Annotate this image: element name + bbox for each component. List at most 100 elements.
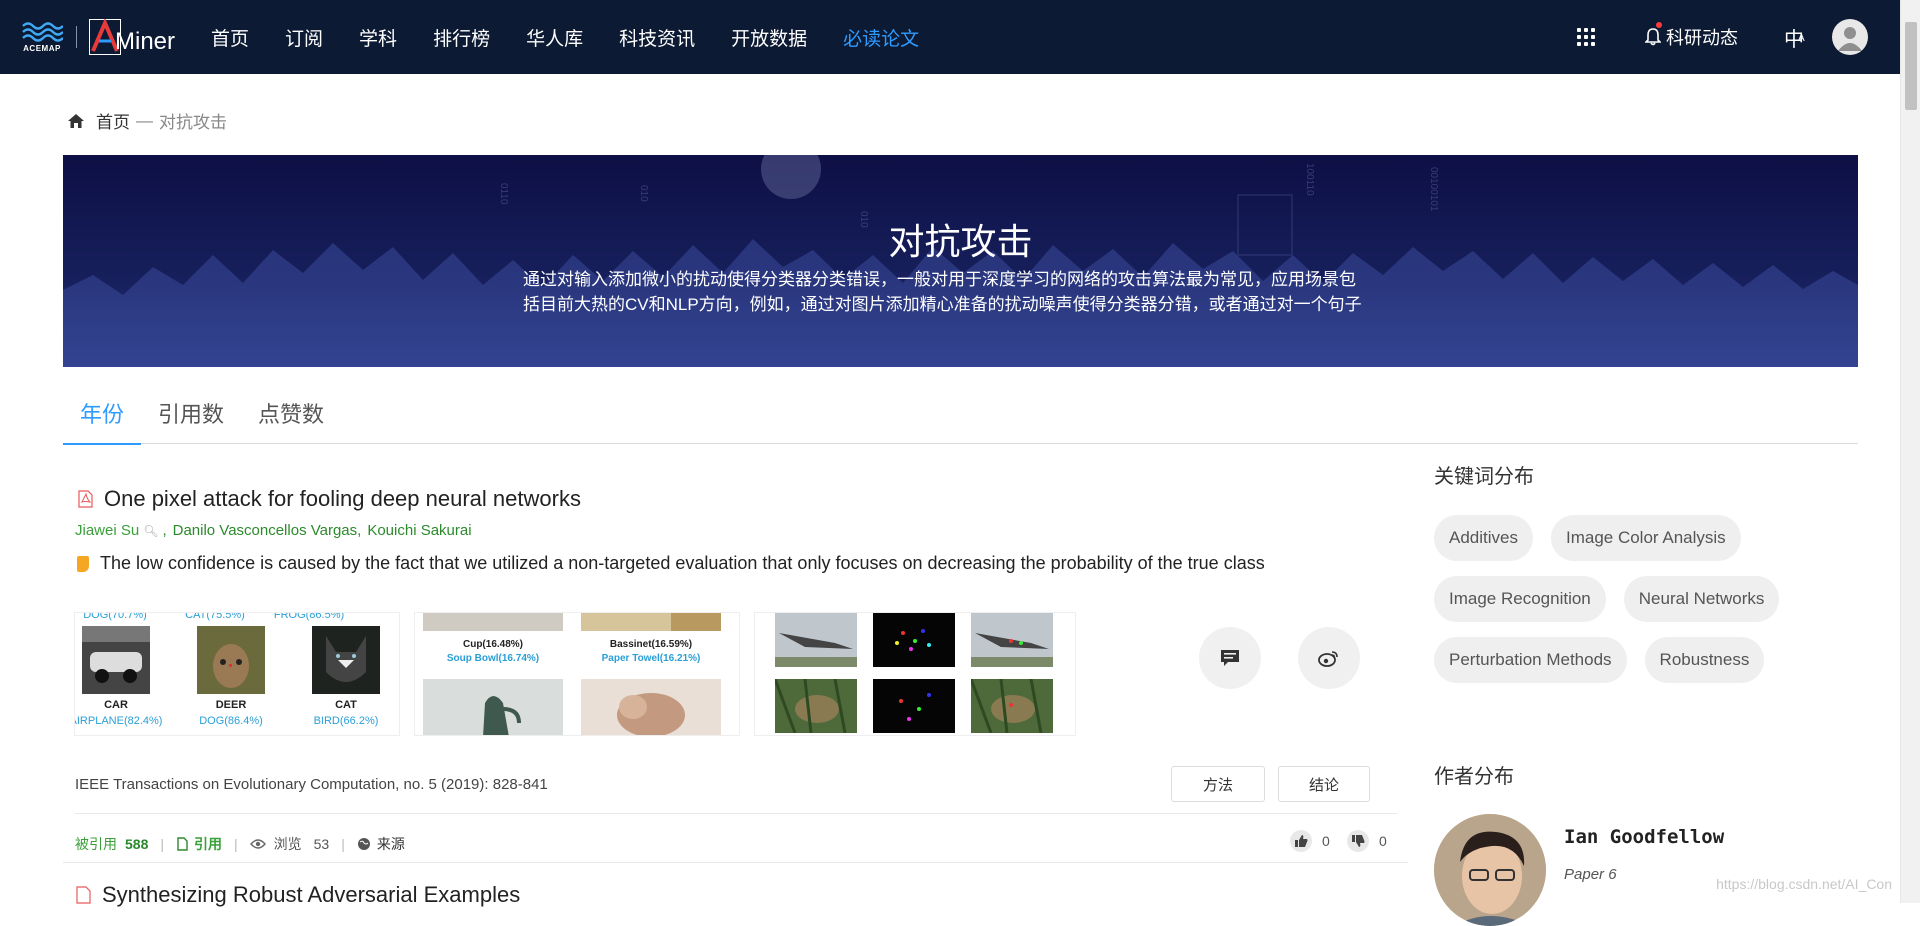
views-label: 浏览: [273, 836, 302, 852]
figure-label: FROG(86.5%): [273, 612, 345, 621]
keyword-chip[interactable]: Robustness: [1644, 637, 1765, 683]
logo-group[interactable]: ACEMAP Miner: [20, 0, 175, 74]
paper-figure[interactable]: Cup(16.48%) Bassinet(16.59%) Soup Bowl(1…: [414, 612, 740, 736]
sidebar: 关键词分布 Additives Image Color Analysis Image…: [1434, 460, 1858, 926]
keyword-chip[interactable]: Additives: [1434, 515, 1533, 561]
author-link[interactable]: Kouichi Sakurai: [367, 522, 471, 539]
aminer-logo[interactable]: Miner: [89, 18, 175, 56]
paper-title[interactable]: Synthesizing Robust Adversarial Examples: [102, 882, 520, 908]
figure-thumbnail: [197, 626, 265, 694]
figure-label: CAT: [335, 699, 357, 711]
next-paper-title-row[interactable]: Synthesizing Robust Adversarial Examples: [76, 882, 520, 908]
author-link[interactable]: Danilo Vasconcellos Vargas: [173, 522, 358, 539]
figure-thumbnail: [873, 613, 955, 667]
nav-item[interactable]: 首页: [211, 24, 249, 51]
author-card[interactable]: Ian Goodfellow Paper 6: [1434, 814, 1858, 926]
globe-icon: [357, 838, 370, 850]
author-search-icon[interactable]: 🔍︎: [143, 524, 158, 538]
paper-figure[interactable]: DOG(70.7%) CAT(75.5%) FROG(86.5%) CAR DE…: [74, 612, 400, 736]
paper-figure[interactable]: [754, 612, 1076, 736]
nav-item[interactable]: 开放数据: [731, 24, 807, 51]
like-count: 0: [1322, 833, 1330, 849]
scrollbar-thumb[interactable]: [1905, 22, 1917, 110]
keyword-chip[interactable]: Neural Networks: [1623, 576, 1780, 622]
language-switch[interactable]: 中 A: [1784, 23, 1805, 52]
author-link[interactable]: Jiawei Su: [75, 522, 139, 539]
aminer-logo-text: Miner: [115, 28, 176, 55]
sort-tabs: 年份 引用数 点赞数: [63, 396, 1858, 445]
research-news-label: 科研动态: [1666, 28, 1738, 48]
figure-thumbnail: [423, 613, 563, 631]
nav-item[interactable]: 华人库: [526, 24, 583, 51]
svg-text:010: 010: [638, 185, 649, 202]
nav-item[interactable]: 学科: [359, 24, 397, 51]
figure-label: Cup(16.48%): [462, 639, 523, 650]
sort-tab[interactable]: 年份: [63, 396, 142, 445]
figure-thumbnail: [873, 679, 955, 733]
author-portrait-icon: [1434, 814, 1546, 926]
keyword-chip[interactable]: Perturbation Methods: [1434, 637, 1627, 683]
figure-label: DOG(70.7%): [83, 612, 147, 621]
nav-item[interactable]: 科技资讯: [619, 24, 695, 51]
cite-icon: [177, 837, 188, 851]
author-name[interactable]: Ian Goodfellow: [1564, 826, 1724, 848]
topic-title: 对抗攻击: [888, 221, 1033, 262]
figure-thumbnail: [775, 613, 857, 667]
weibo-share-button[interactable]: [1298, 627, 1360, 689]
dislike-count: 0: [1379, 833, 1387, 849]
svg-text:00100101: 00100101: [1428, 167, 1439, 212]
nav-item[interactable]: 订阅: [285, 24, 323, 51]
weibo-icon: [1318, 651, 1338, 667]
figure-label: AIRPLANE(82.4%): [74, 715, 163, 727]
comment-icon: [1221, 650, 1239, 666]
logo-divider: [76, 26, 77, 48]
nav-item[interactable]: 必读论文: [843, 24, 919, 51]
method-button[interactable]: 方法: [1171, 766, 1265, 802]
acemap-logo[interactable]: ACEMAP: [20, 20, 64, 54]
comment-button[interactable]: [1199, 627, 1261, 689]
keyword-chip[interactable]: Image Color Analysis: [1550, 515, 1741, 561]
acemap-logo-text: ACEMAP: [23, 44, 61, 53]
figure-label: DOG(86.4%): [199, 715, 263, 727]
breadcrumb-home-link[interactable]: 首页: [96, 108, 130, 133]
card-divider: [75, 813, 1397, 814]
pdf-icon[interactable]: [78, 490, 93, 508]
author-paper-count: Paper 6: [1564, 866, 1617, 883]
figure-label: Bassinet(16.59%): [609, 639, 693, 650]
figure-label: DEER: [215, 699, 247, 711]
source-link[interactable]: 来源: [377, 834, 405, 854]
keyword-chip[interactable]: Image Recognition: [1434, 576, 1606, 622]
breadcrumb-separator: —: [136, 110, 153, 130]
nav-right-tools: 科研动态 中 A: [1577, 0, 1900, 74]
notification-dot: [1656, 22, 1662, 28]
figure-thumbnail: [312, 626, 380, 694]
nav-item[interactable]: 排行榜: [433, 24, 490, 51]
like-button[interactable]: 0: [1290, 830, 1330, 852]
cited-count[interactable]: 588: [125, 836, 148, 852]
stats-separator: |: [234, 836, 238, 852]
apps-grid-icon[interactable]: [1577, 28, 1595, 46]
sort-tab[interactable]: 引用数: [141, 396, 241, 444]
figure-label: BIRD(66.2%): [313, 715, 379, 727]
paper-title[interactable]: One pixel attack for fooling deep neural…: [104, 486, 581, 512]
topic-banner: 0110 010 100110 00100101 010 对抗攻击 通过对输入添…: [63, 155, 1858, 367]
topic-description-line-2: 括目前大热的CV和NLP方向，例如，通过对图片添加精心准备的扰动噪声使得分类器分…: [523, 295, 1362, 314]
dislike-button[interactable]: 0: [1347, 830, 1387, 852]
acemap-wave-icon: [22, 22, 63, 42]
sort-tab[interactable]: 点赞数: [241, 396, 341, 444]
figure-label: CAT(75.5%): [185, 612, 245, 621]
user-avatar[interactable]: [1832, 19, 1868, 55]
paper-venue: IEEE Transactions on Evolutionary Comput…: [75, 776, 548, 793]
paper-card: One pixel attack for fooling deep neural…: [63, 470, 1408, 863]
stats-separator: |: [341, 836, 345, 852]
paper-stats: 被引用 588 | 引用 | 浏览 53 | 来源: [75, 834, 405, 854]
author-photo[interactable]: [1434, 814, 1546, 926]
paper-highlight-text: The low confidence is caused by the fact…: [100, 553, 1265, 573]
figure-label: CAR: [104, 699, 128, 711]
page-scrollbar[interactable]: [1900, 0, 1920, 903]
paper-title-row[interactable]: One pixel attack for fooling deep neural…: [78, 486, 1408, 512]
cite-button[interactable]: 引用: [194, 834, 222, 854]
research-news-button[interactable]: 科研动态: [1645, 22, 1738, 50]
conclusion-button[interactable]: 结论: [1278, 766, 1370, 802]
pdf-icon[interactable]: [76, 886, 91, 904]
